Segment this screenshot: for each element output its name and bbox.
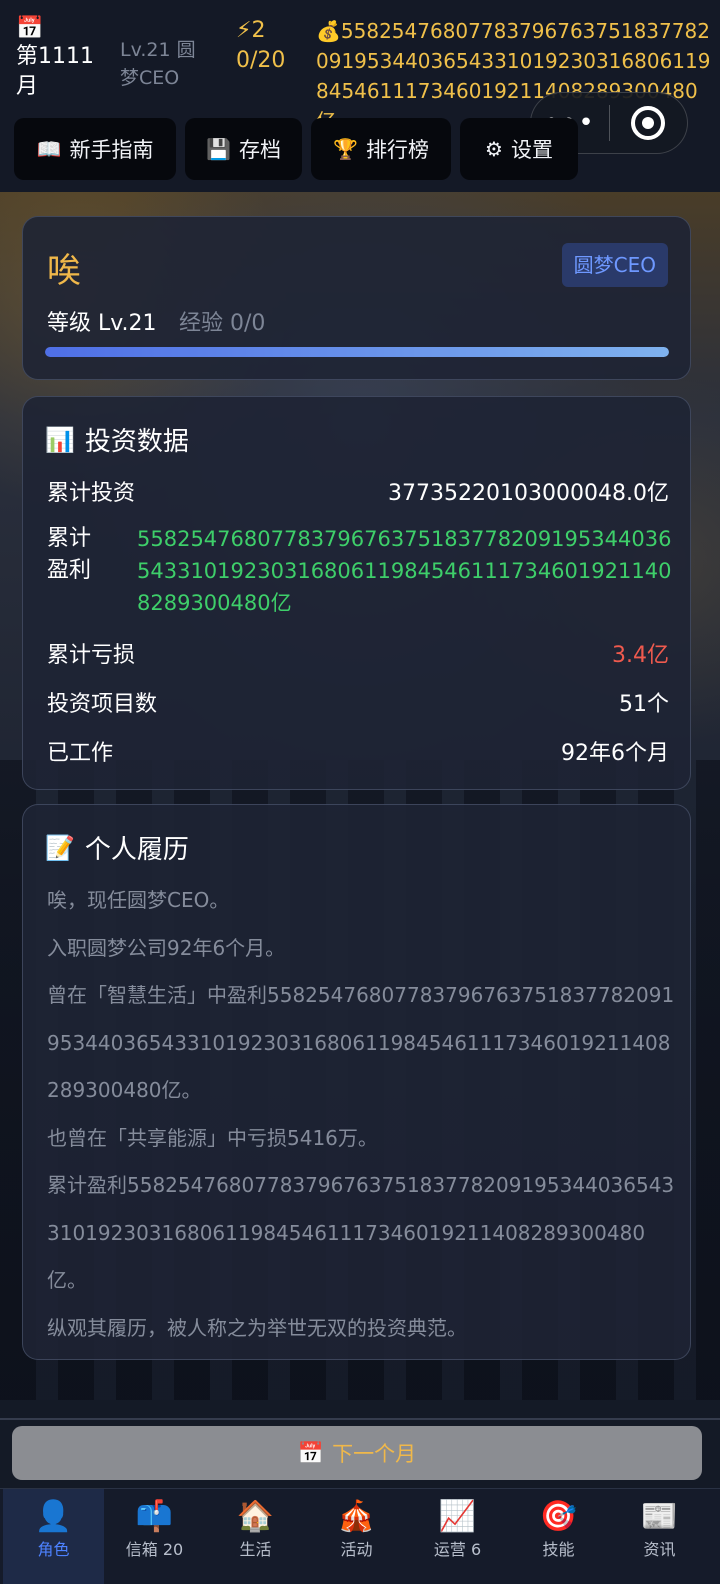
book-icon: 📖 xyxy=(36,137,62,161)
resume-line: 纵观其履历，被人称之为举世无双的投资典范。 xyxy=(47,1315,467,1340)
mailbox-icon: 📫 xyxy=(135,1499,174,1534)
leaderboard-button[interactable]: 🏆 排行榜 xyxy=(311,118,451,180)
next-month-button[interactable]: 📅 下一个月 xyxy=(12,1426,702,1480)
calendar-icon: 📅 xyxy=(297,1440,325,1465)
tab-news[interactable]: 📰 资讯 xyxy=(609,1489,710,1584)
character-name: 唉 xyxy=(47,251,81,291)
tent-icon: 🎪 xyxy=(337,1499,376,1534)
target-circle-icon xyxy=(631,106,666,140)
exp-progress-bar xyxy=(45,347,669,357)
tab-skills[interactable]: 🎯 技能 xyxy=(508,1489,609,1584)
divider xyxy=(0,1418,720,1420)
title-badge: 圆梦CEO xyxy=(561,243,668,287)
resume-title: 📝 个人履历 xyxy=(45,833,189,866)
tab-character[interactable]: 👤 角色 xyxy=(3,1489,104,1584)
floppy-disk-icon: 💾 xyxy=(206,137,231,161)
investment-card: 📊 投资数据 累计投资 37735220103000048.0亿 累计盈利 55… xyxy=(22,396,691,790)
save-button[interactable]: 💾 存档 xyxy=(185,118,302,180)
character-level: 等级 Lv.21 xyxy=(47,311,157,336)
resume-text: 唉，现任圆梦CEO。 入职圆梦公司92年6个月。 曾在「智慧生活」中盈利5582… xyxy=(47,877,675,1352)
calendar-icon: 📅 xyxy=(16,16,44,41)
guide-button[interactable]: 📖 新手指南 xyxy=(14,118,176,180)
exp-progress-fill xyxy=(45,347,669,357)
date-stat: 📅 第1111月 xyxy=(16,16,96,102)
resume-card: 📝 个人履历 唉，现任圆梦CEO。 入职圆梦公司92年6个月。 曾在「智慧生活」… xyxy=(22,804,691,1360)
tab-mailbox[interactable]: 📫 信箱 20 xyxy=(104,1489,205,1584)
tab-life[interactable]: 🏠 生活 xyxy=(205,1489,306,1584)
resume-line: 也曾在「共享能源」中亏损5416万。 xyxy=(47,1125,378,1150)
resume-line: 入职圆梦公司92年6个月。 xyxy=(47,935,286,960)
newspaper-icon: 📰 xyxy=(640,1499,679,1534)
chart-up-icon: 📈 xyxy=(438,1499,477,1534)
energy-stat: ⚡20/20 xyxy=(236,18,286,73)
bottom-tab-bar: 👤 角色 📫 信箱 20 🏠 生活 🎪 活动 📈 运营 6 🎯 技能 📰 资讯 xyxy=(0,1488,720,1584)
level-stat: Lv.21 圆梦CEO xyxy=(120,39,196,89)
tab-events[interactable]: 🎪 活动 xyxy=(306,1489,407,1584)
close-miniprogram-button[interactable] xyxy=(610,106,688,140)
resume-line: 累计盈利558254768077837967637518377820919534… xyxy=(47,1173,675,1292)
gear-icon: ⚙ xyxy=(485,137,503,161)
target-icon: 🎯 xyxy=(539,1499,578,1534)
bar-chart-icon: 📊 xyxy=(45,425,75,454)
resume-line: 曾在「智慧生活」中盈利55825476807783796763751837782… xyxy=(47,983,675,1102)
resume-line: 唉，现任圆梦CEO。 xyxy=(47,888,230,912)
top-status-bar: 📅 第1111月 Lv.21 圆梦CEO ⚡20/20 💰55825476807… xyxy=(0,0,720,192)
house-icon: 🏠 xyxy=(236,1499,275,1534)
tab-operations[interactable]: 📈 运营 6 xyxy=(407,1489,508,1584)
character-card: 唉 圆梦CEO 等级 Lv.21 经验 0/0 xyxy=(22,216,691,380)
investment-title: 📊 投资数据 xyxy=(45,425,189,458)
person-icon: 👤 xyxy=(34,1499,73,1534)
character-exp: 经验 0/0 xyxy=(179,311,266,336)
settings-button[interactable]: ⚙ 设置 xyxy=(460,118,578,180)
memo-icon: 📝 xyxy=(45,833,75,862)
date-text: 第1111月 xyxy=(16,44,94,99)
trophy-icon: 🏆 xyxy=(333,137,358,161)
